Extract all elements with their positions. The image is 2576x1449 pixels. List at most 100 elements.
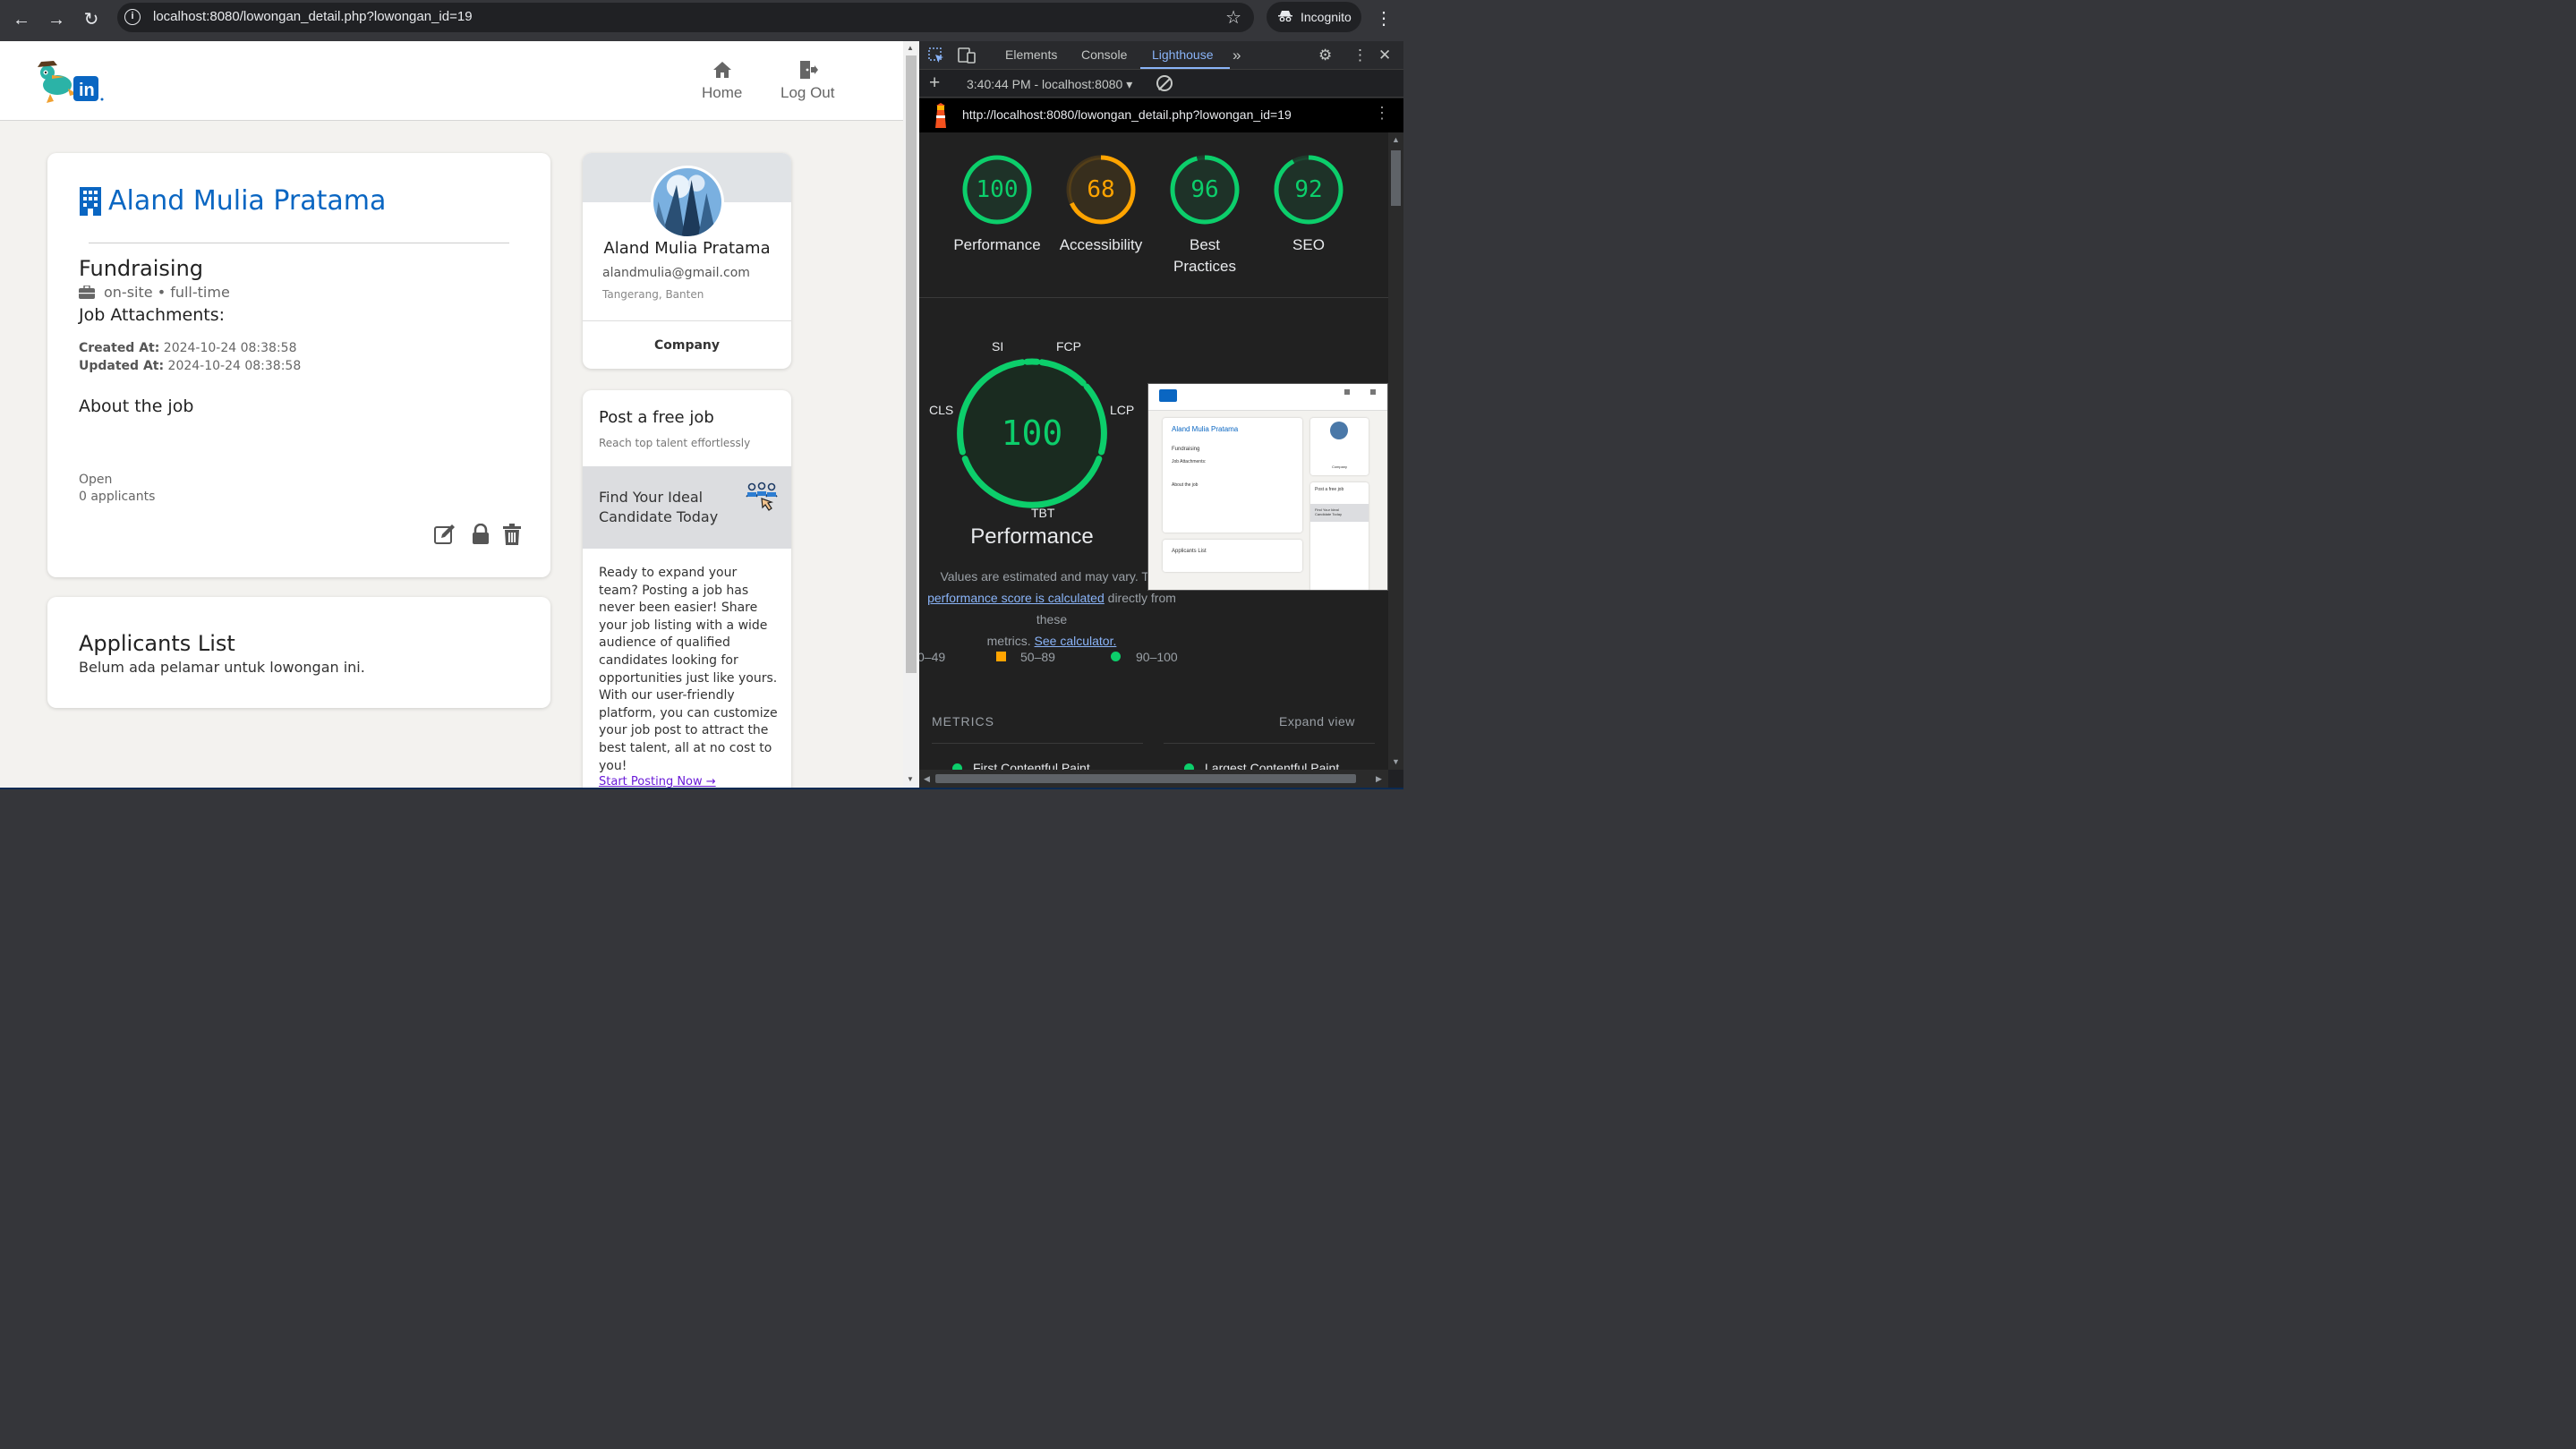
score-calculation-link[interactable]: performance score is calculated <box>927 591 1105 605</box>
divider <box>583 320 791 321</box>
bookmark-star-icon[interactable]: ☆ <box>1225 6 1241 29</box>
thumbnail-banner: Find Your Ideal Candidate Today <box>1310 504 1369 522</box>
tab-console[interactable]: Console <box>1081 47 1127 62</box>
back-arrow-icon[interactable]: ← <box>8 6 35 33</box>
thumbnail-attachments: Job Attachments: <box>1172 459 1207 465</box>
browser-toolbar: ← → ↻ i localhost:8080/lowongan_detail.p… <box>0 0 1403 41</box>
performance-score-large: 100 <box>1001 413 1063 453</box>
devtools-hscroll-thumb[interactable] <box>935 774 1356 783</box>
score-accessibility: 68 <box>1087 176 1115 203</box>
applicants-list-card: Applicants List Belum ada pelamar untuk … <box>47 597 550 708</box>
post-job-subheading: Reach top talent effortlessly <box>599 437 751 449</box>
post-job-banner-text: Find Your Ideal Candidate Today <box>599 489 719 525</box>
incognito-label: Incognito <box>1301 10 1352 24</box>
incognito-badge[interactable]: Incognito <box>1267 2 1361 32</box>
plus-icon[interactable]: + <box>929 72 940 94</box>
metric-label-fcp: FCP <box>1056 339 1081 354</box>
lighthouse-report-url: http://localhost:8080/lowongan_detail.ph… <box>962 107 1292 122</box>
profile-name[interactable]: Aland Mulia Pratama <box>583 239 791 258</box>
lighthouse-report: 100 68 96 92 Performance Accessibility B… <box>919 132 1388 788</box>
kebab-menu-icon[interactable]: ⋮ <box>1352 47 1368 64</box>
created-at-label: Created At: <box>79 341 160 355</box>
score-label-best-practices[interactable]: Best Practices <box>1153 234 1257 277</box>
nav-logout[interactable]: Log Out <box>780 59 835 102</box>
close-icon[interactable]: ✕ <box>1378 47 1391 64</box>
job-status: Open <box>79 473 113 487</box>
browser-menu-icon[interactable]: ⋮ <box>1375 7 1393 30</box>
devtools-panel: Elements Console Lighthouse » ⚙ ⋮ ✕ + 3:… <box>919 41 1403 788</box>
gear-icon[interactable]: ⚙ <box>1318 47 1332 64</box>
devtools-horizontal-scrollbar[interactable]: ◀ ▶ <box>919 770 1388 788</box>
thumbnail-applicants-heading: Applicants List <box>1172 549 1207 554</box>
score-performance: 100 <box>976 176 1019 203</box>
divider <box>932 743 1143 744</box>
page-scroll-thumb[interactable] <box>906 55 917 673</box>
metric-label-si: SI <box>992 339 1004 354</box>
legend-fail: 0–49 <box>919 650 946 664</box>
device-toolbar-icon[interactable] <box>958 47 976 64</box>
report-time: 3:40:44 PM - localhost:8080 <box>967 77 1123 91</box>
lighthouse-url-bar: http://localhost:8080/lowongan_detail.ph… <box>919 98 1403 132</box>
tab-lighthouse[interactable]: Lighthouse <box>1152 47 1214 62</box>
inspect-element-icon[interactable] <box>928 47 944 64</box>
forward-arrow-icon[interactable]: → <box>43 6 70 33</box>
divider <box>1164 743 1375 744</box>
final-screenshot-thumbnail[interactable]: Aland Mulia Pratama Fundraising Job Atta… <box>1147 383 1388 591</box>
reload-icon[interactable]: ↻ <box>78 6 105 33</box>
start-posting-link[interactable]: Start Posting Now → <box>599 775 716 788</box>
trash-icon[interactable] <box>501 524 523 545</box>
svg-text:in: in <box>79 81 95 100</box>
job-detail-card: Aland Mulia Pratama Fundraising on-site … <box>47 153 550 577</box>
score-label-accessibility[interactable]: Accessibility <box>1049 234 1153 256</box>
metric-label-lcp: LCP <box>1110 403 1135 417</box>
score-best-practices: 96 <box>1190 176 1219 203</box>
clear-block-icon[interactable] <box>1156 75 1173 91</box>
nav-home-label: Home <box>702 84 743 101</box>
thumbnail-company: Aland Mulia Pratama <box>1172 425 1239 433</box>
expand-view-button[interactable]: Expand view <box>1279 714 1355 729</box>
updated-at-value: 2024-10-24 08:38:58 <box>167 359 302 373</box>
nav-home[interactable]: Home <box>702 59 742 102</box>
company-name[interactable]: Aland Mulia Pratama <box>108 185 386 217</box>
thumbnail-header <box>1148 384 1387 411</box>
site-logo[interactable]: in <box>30 56 107 105</box>
score-label-seo[interactable]: SEO <box>1257 234 1361 256</box>
thumbnail-job-card: Aland Mulia Pratama Fundraising Job Atta… <box>1163 418 1302 533</box>
post-job-banner: Find Your Ideal Candidate Today <box>583 466 791 549</box>
address-bar[interactable]: i localhost:8080/lowongan_detail.php?low… <box>117 3 1254 32</box>
thumbnail-applicants-card: Applicants List <box>1163 540 1302 572</box>
thumbnail-about: About the job <box>1172 482 1198 488</box>
see-calculator-link[interactable]: See calculator. <box>1035 634 1117 648</box>
profile-card: Aland Mulia Pratama alandmulia@gmail.com… <box>583 153 791 369</box>
report-selector[interactable]: 3:40:44 PM - localhost:8080 ▾ <box>967 77 1132 92</box>
thumbnail-profile-card: Company <box>1310 418 1369 475</box>
devtools-scroll-thumb[interactable] <box>1391 150 1401 206</box>
lock-icon[interactable] <box>470 524 491 545</box>
applicants-empty-text: Belum ada pelamar untuk lowongan ini. <box>79 659 365 676</box>
profile-email: alandmulia@gmail.com <box>602 266 750 280</box>
divider <box>919 297 1388 298</box>
page-scrollbar[interactable]: ▲ ▼ <box>903 41 919 788</box>
legend-average: 50–89 <box>1020 650 1055 664</box>
edit-icon[interactable] <box>434 524 456 545</box>
more-tabs-chevron-icon[interactable]: » <box>1233 47 1241 64</box>
job-attachments-heading: Job Attachments: <box>79 305 226 325</box>
thumbnail-banner-text: Find Your Ideal Candidate Today <box>1315 507 1342 516</box>
metric-label-tbt: TBT <box>1031 506 1055 520</box>
profile-role: Company <box>653 338 721 353</box>
thumbnail-job-title: Fundraising <box>1172 447 1200 452</box>
applicants-count: 0 applicants <box>79 490 156 504</box>
avatar[interactable] <box>651 166 724 239</box>
page-viewport: in Home Log Out Aland Mulia Pratama Fund… <box>0 41 903 788</box>
caret-down-icon: ▾ <box>1126 77 1133 91</box>
legend-pass: 90–100 <box>1136 650 1178 664</box>
site-header: in Home Log Out <box>0 41 903 121</box>
tab-elements[interactable]: Elements <box>1005 47 1057 62</box>
performance-disclaimer: Values are estimated and may vary. The p… <box>919 566 1186 652</box>
score-label-performance[interactable]: Performance <box>945 234 1049 256</box>
kebab-menu-icon[interactable]: ⋮ <box>1374 104 1390 123</box>
devtools-scrollbar[interactable]: ▲ ▼ <box>1388 132 1403 770</box>
site-info-icon[interactable]: i <box>124 9 141 25</box>
created-at-value: 2024-10-24 08:38:58 <box>163 341 297 355</box>
address-url[interactable]: localhost:8080/lowongan_detail.php?lowon… <box>153 9 473 24</box>
